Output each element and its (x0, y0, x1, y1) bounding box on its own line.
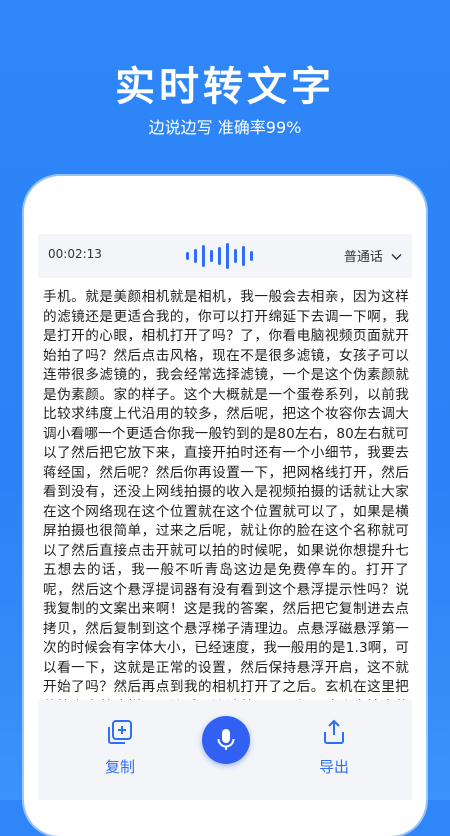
chevron-down-icon (391, 254, 402, 260)
copy-add-icon (108, 720, 132, 744)
record-time: 00:02:13 (48, 247, 102, 261)
export-label: 导出 (318, 758, 349, 776)
export-button[interactable]: 导出 (304, 718, 364, 777)
waveform-icon (186, 242, 262, 270)
language-label: 普通话 (343, 250, 383, 265)
hero-subtitle: 边说边写 准确率99% (148, 118, 302, 137)
copy-label: 复制 (104, 758, 135, 776)
mic-button[interactable] (202, 716, 250, 764)
export-icon (324, 719, 344, 744)
microphone-icon (217, 729, 235, 750)
language-selector[interactable]: 普通话 (344, 246, 402, 265)
copy-button[interactable]: 复制 (90, 718, 150, 777)
bottom-toolbar: 复制 导出 (38, 700, 412, 800)
hero-title: 实时转文字 (115, 64, 335, 110)
recorder-bar: 00:02:13 普通话 (38, 234, 412, 278)
